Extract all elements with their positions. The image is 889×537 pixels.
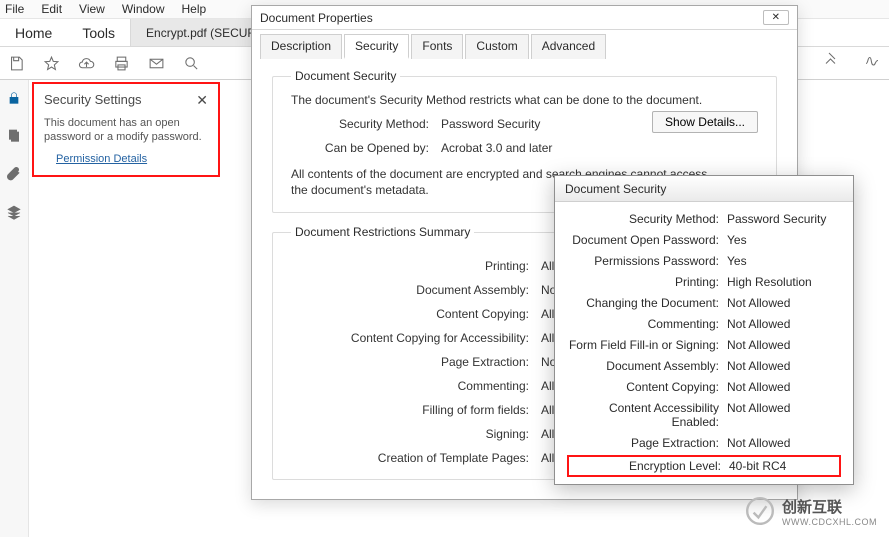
dialog-close-button[interactable]: ✕ (763, 10, 789, 25)
tab-fonts[interactable]: Fonts (411, 34, 463, 59)
main-tab-tools[interactable]: Tools (67, 19, 130, 46)
tab-description[interactable]: Description (260, 34, 342, 59)
security-detail-label: Encryption Level: (569, 459, 729, 473)
security-detail-value: Not Allowed (727, 380, 790, 394)
security-detail-row: Content Accessibility Enabled:Not Allowe… (567, 401, 841, 429)
menu-window[interactable]: Window (122, 2, 165, 16)
security-detail-value: Not Allowed (727, 296, 790, 310)
permission-details-link[interactable]: Permission Details (56, 153, 147, 165)
cloud-upload-icon[interactable] (78, 55, 95, 72)
restrictions-title: Document Restrictions Summary (291, 225, 474, 239)
security-detail-label: Permissions Password: (567, 254, 727, 268)
security-detail-row: Printing:High Resolution (567, 275, 841, 289)
layers-icon[interactable] (6, 204, 22, 220)
security-detail-row: Security Method:Password Security (567, 212, 841, 226)
menu-view[interactable]: View (79, 2, 105, 16)
attachment-icon[interactable] (6, 166, 22, 182)
watermark-logo: 创新互联 WWW.CDCXHL.COM (744, 495, 877, 527)
security-detail-label: Page Extraction: (567, 436, 727, 450)
document-security-popup: Document Security Security Method:Passwo… (554, 175, 854, 485)
watermark-brand: 创新互联 (782, 496, 877, 517)
email-icon[interactable] (148, 55, 165, 72)
security-detail-label: Printing: (567, 275, 727, 289)
restriction-label: Page Extraction: (291, 355, 541, 369)
security-detail-value: Password Security (727, 212, 826, 226)
security-description: The document's Security Method restricts… (291, 93, 758, 107)
restriction-label: Filling of form fields: (291, 403, 541, 417)
search-icon[interactable] (183, 55, 200, 72)
security-detail-label: Content Copying: (567, 380, 727, 394)
restriction-label: Content Copying for Accessibility: (291, 331, 541, 345)
security-detail-row: Document Open Password:Yes (567, 233, 841, 247)
security-detail-value: Not Allowed (727, 401, 790, 429)
security-detail-row: Changing the Document:Not Allowed (567, 296, 841, 310)
print-icon[interactable] (113, 55, 130, 72)
security-detail-row: Form Field Fill-in or Signing:Not Allowe… (567, 338, 841, 352)
tab-advanced[interactable]: Advanced (531, 34, 606, 59)
dialog-tabs: Description Security Fonts Custom Advanc… (252, 30, 797, 59)
dialog-title: Document Properties (260, 11, 373, 25)
tab-security[interactable]: Security (344, 34, 409, 59)
tab-custom[interactable]: Custom (465, 34, 528, 59)
close-icon[interactable]: ✕ (196, 92, 208, 109)
security-detail-row: Page Extraction:Not Allowed (567, 436, 841, 450)
security-detail-value: Not Allowed (727, 317, 790, 331)
security-settings-title: Security Settings (44, 92, 142, 109)
watermark-url: WWW.CDCXHL.COM (782, 517, 877, 527)
restriction-label: Commenting: (291, 379, 541, 393)
security-detail-label: Form Field Fill-in or Signing: (567, 338, 727, 352)
security-detail-value: High Resolution (727, 275, 812, 289)
highlight-icon[interactable] (823, 50, 841, 68)
security-detail-row: Content Copying:Not Allowed (567, 380, 841, 394)
security-detail-row: Commenting:Not Allowed (567, 317, 841, 331)
popup-title: Document Security (555, 176, 853, 202)
security-detail-label: Document Assembly: (567, 359, 727, 373)
security-detail-value: Not Allowed (727, 359, 790, 373)
security-detail-row: Encryption Level:40-bit RC4 (567, 455, 841, 477)
security-detail-value: Yes (727, 233, 747, 247)
security-detail-label: Security Method: (567, 212, 727, 226)
security-detail-label: Content Accessibility Enabled: (567, 401, 727, 429)
restriction-label: Printing: (291, 259, 541, 273)
page-thumbnails-icon[interactable] (6, 128, 22, 144)
security-settings-panel: Security Settings ✕ This document has an… (32, 82, 220, 177)
save-icon[interactable] (8, 55, 25, 72)
security-method-label: Security Method: (291, 117, 441, 131)
security-detail-row: Document Assembly:Not Allowed (567, 359, 841, 373)
security-detail-value: Not Allowed (727, 436, 790, 450)
opened-by-value: Acrobat 3.0 and later (441, 141, 552, 155)
security-detail-value: 40-bit RC4 (729, 459, 786, 473)
security-detail-label: Changing the Document: (567, 296, 727, 310)
menu-edit[interactable]: Edit (41, 2, 62, 16)
security-detail-value: Yes (727, 254, 747, 268)
restriction-label: Signing: (291, 427, 541, 441)
star-icon[interactable] (43, 55, 60, 72)
lock-icon[interactable] (6, 90, 22, 106)
side-nav (0, 80, 29, 537)
menu-file[interactable]: File (5, 2, 24, 16)
fieldset-title: Document Security (291, 69, 400, 83)
restriction-label: Content Copying: (291, 307, 541, 321)
security-detail-row: Permissions Password:Yes (567, 254, 841, 268)
restriction-label: Creation of Template Pages: (291, 451, 541, 465)
main-tab-home[interactable]: Home (0, 19, 67, 46)
security-detail-label: Document Open Password: (567, 233, 727, 247)
security-method-value: Password Security (441, 117, 540, 131)
security-detail-label: Commenting: (567, 317, 727, 331)
show-details-button[interactable]: Show Details... (652, 111, 758, 133)
signature-icon[interactable] (863, 50, 881, 68)
security-settings-msg: This document has an open password or a … (44, 117, 208, 145)
restriction-label: Document Assembly: (291, 283, 541, 297)
opened-by-label: Can be Opened by: (291, 141, 441, 155)
security-detail-value: Not Allowed (727, 338, 790, 352)
toolbar-right (823, 50, 881, 68)
menu-help[interactable]: Help (182, 2, 207, 16)
